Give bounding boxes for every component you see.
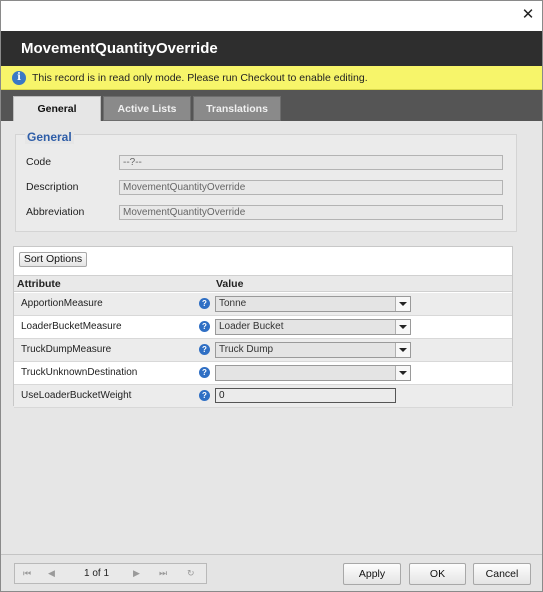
notice-text: This record is in read only mode. Please… bbox=[32, 72, 368, 84]
pager: ⏮ ◀ 1 of 1 ▶ ⏭ ↻ bbox=[14, 563, 207, 584]
table-row: TruckDumpMeasure ? Truck Dump bbox=[14, 339, 512, 362]
attribute-grid: Sort Options Attribute Value ApportionMe… bbox=[13, 246, 513, 408]
attribute-name: TruckUnknownDestination bbox=[21, 367, 138, 378]
cancel-button[interactable]: Cancel bbox=[473, 563, 531, 585]
truck-dump-measure-select[interactable]: Truck Dump bbox=[215, 342, 411, 358]
chevron-down-icon[interactable] bbox=[395, 366, 410, 380]
help-icon[interactable]: ? bbox=[199, 321, 210, 332]
code-field[interactable]: --?-- bbox=[119, 155, 503, 170]
attribute-name: LoaderBucketMeasure bbox=[21, 321, 122, 332]
apply-button[interactable]: Apply bbox=[343, 563, 401, 585]
grid-header: Attribute Value bbox=[14, 275, 512, 292]
prev-page-icon[interactable]: ◀ bbox=[48, 568, 55, 579]
attribute-name: UseLoaderBucketWeight bbox=[21, 390, 132, 401]
table-row: UseLoaderBucketWeight ? 0 bbox=[14, 385, 512, 408]
description-field[interactable]: MovementQuantityOverride bbox=[119, 180, 503, 195]
abbreviation-field[interactable]: MovementQuantityOverride bbox=[119, 205, 503, 220]
grid-toolbar: Sort Options bbox=[14, 247, 512, 275]
chevron-down-icon[interactable] bbox=[395, 343, 410, 357]
attribute-name: ApportionMeasure bbox=[21, 298, 103, 309]
last-page-icon[interactable]: ⏭ bbox=[159, 568, 167, 579]
apportion-measure-select[interactable]: Tonne bbox=[215, 296, 411, 312]
attribute-column-header[interactable]: Attribute bbox=[17, 278, 61, 290]
info-icon: i bbox=[12, 71, 26, 85]
table-row: TruckUnknownDestination ? bbox=[14, 362, 512, 385]
title-bar: ✕ bbox=[1, 1, 542, 31]
dialog-header: MovementQuantityOverride bbox=[1, 31, 542, 66]
dialog-footer: ⏮ ◀ 1 of 1 ▶ ⏭ ↻ Apply OK Cancel bbox=[1, 554, 542, 591]
tab-active-lists[interactable]: Active Lists bbox=[103, 96, 191, 121]
general-legend: General bbox=[25, 130, 74, 144]
ok-button[interactable]: OK bbox=[409, 563, 466, 585]
next-page-icon[interactable]: ▶ bbox=[133, 568, 140, 579]
use-loader-bucket-weight-input[interactable]: 0 bbox=[215, 388, 396, 403]
select-value: Tonne bbox=[219, 298, 247, 309]
table-row: LoaderBucketMeasure ? Loader Bucket bbox=[14, 316, 512, 339]
attribute-name: TruckDumpMeasure bbox=[21, 344, 112, 355]
abbreviation-label: Abbreviation bbox=[26, 206, 85, 218]
table-row: ApportionMeasure ? Tonne bbox=[14, 293, 512, 316]
read-only-notice: i This record is in read only mode. Plea… bbox=[1, 66, 542, 90]
select-value: Truck Dump bbox=[219, 344, 274, 355]
sort-options-button[interactable]: Sort Options bbox=[19, 252, 87, 267]
first-page-icon[interactable]: ⏮ bbox=[23, 568, 31, 579]
page-indicator: 1 of 1 bbox=[84, 568, 110, 579]
help-icon[interactable]: ? bbox=[199, 344, 210, 355]
help-icon[interactable]: ? bbox=[199, 298, 210, 309]
select-value: Loader Bucket bbox=[219, 321, 284, 332]
refresh-icon[interactable]: ↻ bbox=[187, 568, 195, 579]
description-label: Description bbox=[26, 181, 79, 193]
chevron-down-icon[interactable] bbox=[395, 297, 410, 311]
code-label: Code bbox=[26, 156, 52, 168]
tab-translations[interactable]: Translations bbox=[193, 96, 281, 121]
loader-bucket-measure-select[interactable]: Loader Bucket bbox=[215, 319, 411, 335]
chevron-down-icon[interactable] bbox=[395, 320, 410, 334]
truck-unknown-destination-select[interactable] bbox=[215, 365, 411, 381]
tab-strip: General Active Lists Translations bbox=[1, 90, 542, 121]
close-icon[interactable]: ✕ bbox=[520, 7, 536, 23]
dialog-window: ✕ MovementQuantityOverride i This record… bbox=[0, 0, 543, 592]
help-icon[interactable]: ? bbox=[199, 390, 210, 401]
help-icon[interactable]: ? bbox=[199, 367, 210, 378]
page-title: MovementQuantityOverride bbox=[21, 40, 218, 57]
tab-general[interactable]: General bbox=[13, 96, 101, 121]
value-column-header[interactable]: Value bbox=[216, 278, 243, 290]
